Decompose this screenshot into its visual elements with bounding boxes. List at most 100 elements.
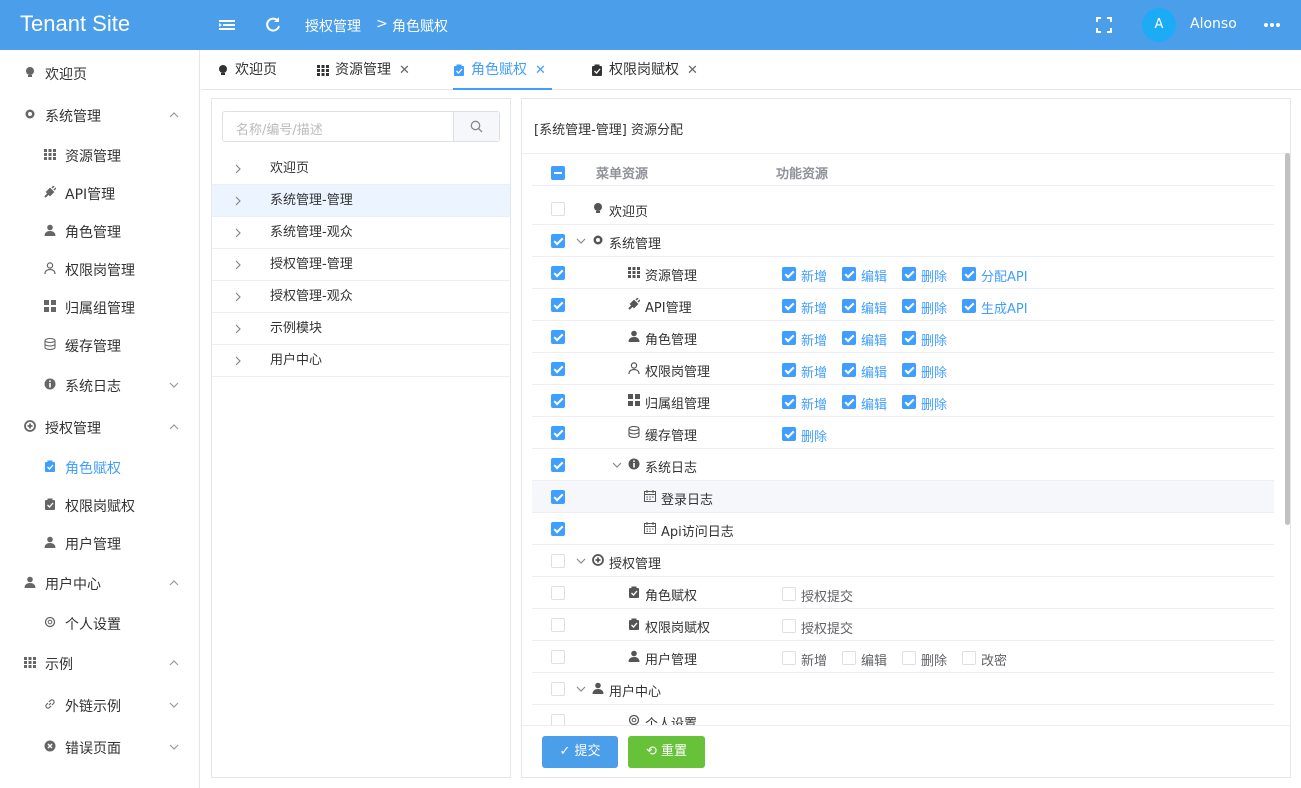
permission-checkbox[interactable] (782, 587, 796, 601)
row-checkbox[interactable] (551, 586, 565, 600)
role-name: 授权管理-管理 (270, 257, 353, 272)
clipboard-icon (629, 618, 639, 630)
chevron-down-icon[interactable] (576, 684, 586, 694)
role-row[interactable]: 欢迎页 (212, 153, 510, 185)
chevron-down-icon[interactable] (576, 556, 586, 566)
chevron-right-icon[interactable] (234, 228, 242, 238)
chevron-down-icon[interactable] (169, 742, 179, 752)
permission-checkbox[interactable] (902, 299, 916, 313)
permission-checkbox[interactable] (902, 331, 916, 345)
gear-outline-icon (628, 714, 640, 725)
permission-checkbox[interactable] (962, 651, 976, 665)
row-checkbox[interactable] (551, 554, 565, 568)
row-checkbox[interactable] (551, 490, 565, 504)
row-checkbox[interactable] (551, 202, 565, 216)
permission-checkbox[interactable] (782, 619, 796, 633)
chevron-right-icon[interactable] (234, 324, 242, 334)
row-checkbox[interactable] (551, 426, 565, 440)
permission-checkbox[interactable] (842, 651, 856, 665)
row-checkbox[interactable] (551, 522, 565, 536)
chevron-up-icon[interactable] (169, 578, 179, 588)
row-checkbox[interactable] (551, 458, 565, 472)
chevron-right-icon[interactable] (234, 260, 242, 270)
row-checkbox[interactable] (551, 234, 565, 248)
permission-checkbox[interactable] (842, 299, 856, 313)
row-checkbox[interactable] (551, 362, 565, 376)
row-checkbox[interactable] (551, 714, 565, 725)
permission-label: 删除 (921, 398, 948, 413)
chevron-up-icon[interactable] (169, 110, 179, 120)
avatar[interactable]: A (1142, 8, 1176, 42)
clipboard-icon (454, 64, 464, 76)
permission-checkbox[interactable] (782, 651, 796, 665)
row-checkbox[interactable] (551, 298, 565, 312)
permission-checkbox[interactable] (902, 651, 916, 665)
tab-1[interactable]: 资源管理 ✕ (317, 50, 410, 90)
fullscreen-icon[interactable] (1094, 15, 1114, 35)
row-checkbox[interactable] (551, 266, 565, 280)
role-row[interactable]: 授权管理-观众 (212, 281, 510, 313)
search-input[interactable]: 名称/编号/描述 (222, 111, 500, 142)
permission-checkbox[interactable] (782, 395, 796, 409)
row-checkbox[interactable] (551, 330, 565, 344)
row-checkbox[interactable] (551, 618, 565, 632)
permission-checkbox[interactable] (842, 331, 856, 345)
menu-fold-icon[interactable] (217, 15, 237, 35)
chevron-up-icon[interactable] (169, 658, 179, 668)
row-checkbox[interactable] (551, 394, 565, 408)
role-row[interactable]: 示例模块 (212, 313, 510, 345)
sidebar-item-label: 角色管理 (65, 225, 121, 241)
permission-checkbox[interactable] (902, 267, 916, 281)
resource-name: 授权管理 (609, 557, 662, 572)
permission-checkbox[interactable] (782, 427, 796, 441)
search-button[interactable] (453, 112, 499, 141)
row-checkbox[interactable] (551, 650, 565, 664)
reset-button[interactable]: ⟲ 重置 (628, 736, 705, 768)
permission-checkbox[interactable] (842, 267, 856, 281)
chevron-up-icon[interactable] (169, 422, 179, 432)
chevron-down-icon[interactable] (169, 700, 179, 710)
role-row[interactable]: 系统管理-管理 (212, 185, 510, 217)
tab-2[interactable]: 角色赋权 ✕ (453, 50, 552, 90)
permission-checkbox[interactable] (902, 363, 916, 377)
tab-label: 角色赋权 (471, 62, 527, 78)
submit-button[interactable]: ✓ 提交 (542, 736, 618, 768)
row-checkbox[interactable] (551, 682, 565, 696)
scrollbar[interactable] (1285, 153, 1290, 525)
close-icon[interactable]: ✕ (687, 51, 698, 91)
close-icon[interactable]: ✕ (535, 51, 546, 91)
permission-label: 编辑 (861, 334, 888, 349)
refresh-icon[interactable] (263, 15, 283, 35)
select-all-checkbox[interactable] (551, 166, 565, 180)
permission-checkbox[interactable] (782, 363, 796, 377)
chevron-down-icon[interactable] (169, 380, 179, 390)
tab-0[interactable]: 欢迎页 (217, 50, 277, 90)
chevron-down-icon[interactable] (576, 236, 586, 246)
resource-row: 欢迎页 (532, 193, 1274, 225)
permission-checkbox[interactable] (782, 299, 796, 313)
chevron-right-icon[interactable] (234, 356, 242, 366)
permission-checkbox[interactable] (782, 267, 796, 281)
breadcrumb-item[interactable]: 授权管理 (305, 16, 361, 36)
close-icon[interactable]: ✕ (399, 51, 410, 91)
role-row[interactable]: 授权管理-管理 (212, 249, 510, 281)
chevron-right-icon[interactable] (234, 196, 242, 206)
permission-checkbox[interactable] (902, 395, 916, 409)
tab-3[interactable]: 权限岗赋权 ✕ (591, 50, 698, 90)
tab-bar: 欢迎页 资源管理 ✕ 角色赋权 ✕ 权限岗赋权 ✕ (201, 50, 1301, 90)
clipboard-icon (45, 460, 55, 472)
role-row[interactable]: 用户中心 (212, 345, 510, 377)
chevron-down-icon[interactable] (612, 460, 622, 470)
chevron-right-icon[interactable] (234, 292, 242, 302)
permission-checkbox[interactable] (842, 363, 856, 377)
permission-checkbox[interactable] (962, 299, 976, 313)
permission-checkbox[interactable] (842, 395, 856, 409)
more-icon[interactable] (1262, 15, 1282, 35)
user-name[interactable]: Alonso (1190, 16, 1237, 32)
role-row[interactable]: 系统管理-观众 (212, 217, 510, 249)
grid-icon (317, 65, 329, 76)
permission-label: 删除 (921, 654, 948, 669)
chevron-right-icon[interactable] (234, 164, 242, 174)
permission-checkbox[interactable] (962, 267, 976, 281)
permission-checkbox[interactable] (782, 331, 796, 345)
